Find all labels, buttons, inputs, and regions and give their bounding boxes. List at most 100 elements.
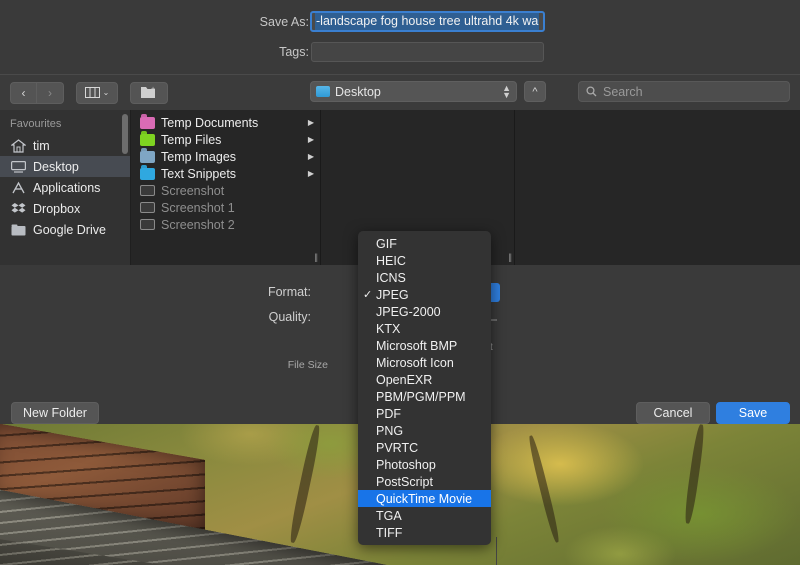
sidebar-item-label: Google Drive (33, 223, 106, 237)
save-as-label: Save As: (260, 15, 309, 29)
file-name: Temp Images (161, 150, 302, 164)
options-divider (496, 537, 497, 565)
folder-icon (140, 168, 155, 180)
sidebar-item-tim[interactable]: tim (0, 135, 131, 156)
nav-segmented-control: ‹ › (10, 82, 64, 104)
menu-item-label: TGA (376, 509, 402, 523)
new-folder-toolbar-button[interactable]: + (130, 82, 168, 104)
menu-item-ktx[interactable]: KTX (358, 320, 491, 337)
sidebar-item-google-drive[interactable]: Google Drive (0, 219, 131, 240)
menu-item-png[interactable]: PNG (358, 422, 491, 439)
file-name: Temp Documents (161, 116, 302, 130)
menu-item-tga[interactable]: TGA (358, 507, 491, 524)
menu-item-microsoft-icon[interactable]: Microsoft Icon (358, 354, 491, 371)
menu-item-label: TIFF (376, 526, 402, 540)
file-icon (140, 185, 155, 196)
menu-item-label: PVRTC (376, 441, 418, 455)
sidebar-item-applications[interactable]: Applications (0, 177, 131, 198)
menu-item-quicktime-movie[interactable]: QuickTime Movie (358, 490, 491, 507)
menu-item-openexr[interactable]: OpenEXR (358, 371, 491, 388)
dialog-top-fields: Save As: -landscape fog house tree ultra… (0, 0, 800, 74)
menu-item-photoshop[interactable]: Photoshop (358, 456, 491, 473)
menu-item-heic[interactable]: HEIC (358, 252, 491, 269)
folder-icon (140, 151, 155, 163)
menu-item-label: Photoshop (376, 458, 436, 472)
file-name: Screenshot (161, 184, 314, 198)
list-item[interactable]: Temp Files ▶ (131, 131, 320, 148)
menu-item-label: Microsoft Icon (376, 356, 454, 370)
sidebar-item-desktop[interactable]: Desktop (0, 156, 131, 177)
applications-icon (10, 180, 26, 195)
disclosure-arrow-icon: ▶ (308, 152, 314, 161)
go-up-button[interactable]: ^ (524, 81, 546, 102)
file-name: Screenshot 2 (161, 218, 314, 232)
sidebar-item-label: Dropbox (33, 202, 80, 216)
save-as-value: -landscape fog house tree ultrahd 4k wa (315, 13, 539, 30)
list-item[interactable]: Screenshot 2 (131, 216, 320, 233)
chevron-down-icon: ⌄ (103, 88, 110, 97)
menu-item-jpeg[interactable]: ✓ JPEG (358, 286, 491, 303)
column-resize-handle[interactable]: || (508, 252, 511, 262)
menu-item-postscript[interactable]: PostScript (358, 473, 491, 490)
menu-item-label: PDF (376, 407, 401, 421)
sidebar-header: Favourites (0, 118, 131, 135)
sidebar-item-label: Applications (33, 181, 100, 195)
sidebar-item-label: tim (33, 139, 50, 153)
file-name: Screenshot 1 (161, 201, 314, 215)
tree-trunk (288, 424, 323, 543)
column-resize-handle[interactable]: || (314, 252, 317, 262)
list-item[interactable]: Screenshot 1 (131, 199, 320, 216)
sidebar-scrollbar[interactable] (122, 114, 128, 154)
save-as-input[interactable]: -landscape fog house tree ultrahd 4k wa (310, 11, 545, 32)
menu-item-label: PNG (376, 424, 403, 438)
google-drive-icon (10, 222, 26, 237)
save-button[interactable]: Save (716, 402, 790, 424)
menu-item-jpeg-2000[interactable]: JPEG-2000 (358, 303, 491, 320)
menu-item-gif[interactable]: GIF (358, 235, 491, 252)
file-name: Text Snippets (161, 167, 302, 181)
menu-item-label: OpenEXR (376, 373, 432, 387)
list-item[interactable]: Temp Images ▶ (131, 148, 320, 165)
disclosure-arrow-icon: ▶ (308, 135, 314, 144)
tags-label: Tags: (279, 45, 309, 59)
cancel-button[interactable]: Cancel (636, 402, 710, 424)
folder-icon (140, 117, 155, 129)
back-button[interactable]: ‹ (10, 82, 37, 104)
svg-text:+: + (151, 86, 155, 93)
tags-input[interactable] (311, 42, 544, 62)
menu-item-pvrtc[interactable]: PVRTC (358, 439, 491, 456)
menu-item-pdf[interactable]: PDF (358, 405, 491, 422)
menu-item-label: JPEG-2000 (376, 305, 441, 319)
list-item[interactable]: Screenshot (131, 182, 320, 199)
sidebar-item-dropbox[interactable]: Dropbox (0, 198, 131, 219)
forward-button[interactable]: › (37, 82, 64, 104)
folder-icon (140, 134, 155, 146)
search-field[interactable]: Search (578, 81, 790, 102)
tree-trunk (683, 424, 706, 524)
file-name: Temp Files (161, 133, 302, 147)
path-popup-button[interactable]: Desktop ▲▼ (310, 81, 517, 102)
disclosure-arrow-icon: ▶ (308, 169, 314, 178)
desktop-icon (10, 159, 26, 174)
menu-item-microsoft-bmp[interactable]: Microsoft BMP (358, 337, 491, 354)
menu-item-icns[interactable]: ICNS (358, 269, 491, 286)
folder-icon (316, 86, 330, 97)
format-popup-menu: GIF HEIC ICNS ✓ JPEG JPEG-2000 KTX Micro… (358, 231, 491, 545)
menu-item-pbm-pgm-ppm[interactable]: PBM/PGM/PPM (358, 388, 491, 405)
sidebar-item-label: Desktop (33, 160, 79, 174)
format-label: Format: (268, 285, 311, 299)
menu-item-tiff[interactable]: TIFF (358, 524, 491, 541)
path-label: Desktop (335, 85, 497, 99)
save-dialog-screen: Save As: -landscape fog house tree ultra… (0, 0, 800, 565)
search-placeholder: Search (603, 85, 643, 99)
search-icon (586, 86, 597, 97)
menu-item-label: KTX (376, 322, 400, 336)
stepper-icon: ▲▼ (502, 85, 511, 99)
sidebar: Favourites tim Desktop (0, 110, 131, 265)
new-folder-button[interactable]: New Folder (11, 402, 99, 424)
list-item[interactable]: Text Snippets ▶ (131, 165, 320, 182)
menu-item-label: ICNS (376, 271, 406, 285)
menu-item-label: JPEG (376, 288, 409, 302)
view-mode-button[interactable]: ⌄ (76, 82, 118, 104)
list-item[interactable]: Temp Documents ▶ (131, 114, 320, 131)
